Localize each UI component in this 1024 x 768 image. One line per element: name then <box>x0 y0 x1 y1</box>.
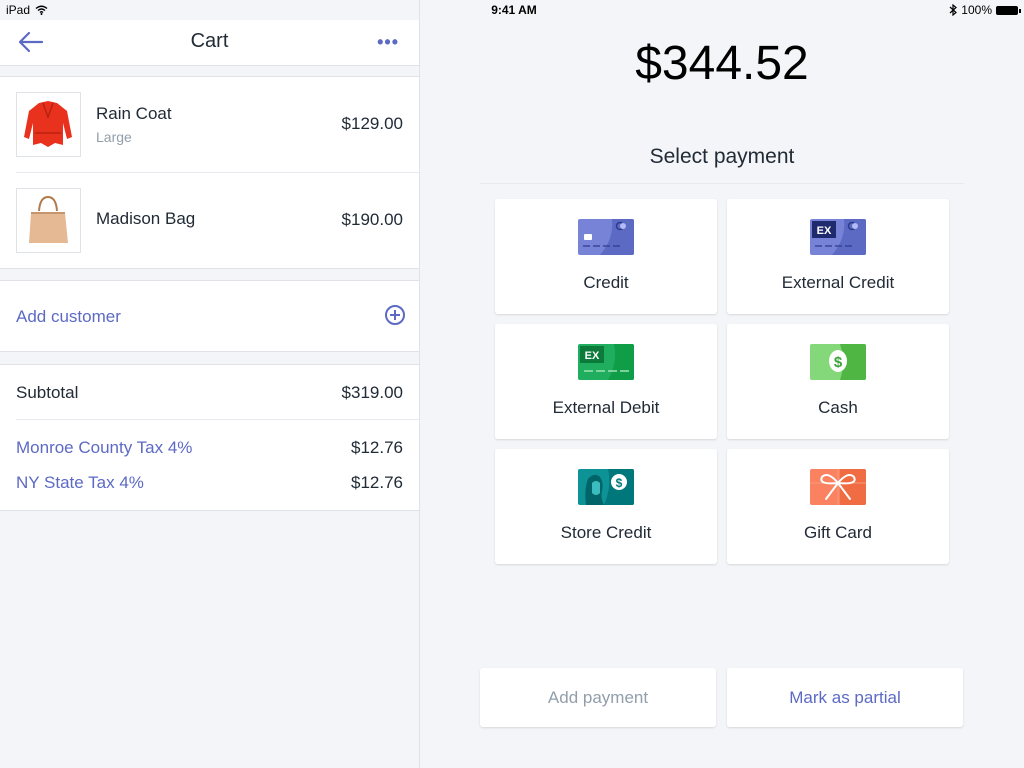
payment-method-credit[interactable]: Credit <box>495 199 717 314</box>
more-horizontal-icon[interactable]: ••• <box>377 32 399 53</box>
divider <box>16 419 419 420</box>
add-customer-row[interactable]: Add customer <box>0 280 419 352</box>
payment-method-label: Gift Card <box>803 523 873 542</box>
cash-icon: $ <box>810 344 866 380</box>
tax-label[interactable]: Monroe County Tax 4% <box>16 438 192 458</box>
tax-value: $12.76 <box>351 473 403 492</box>
tax-row[interactable]: NY State Tax 4% $12.76 <box>0 473 419 497</box>
cart-panel: Cart ••• Rain Coat Large $129.00 Madison… <box>0 0 420 768</box>
cart-items: Rain Coat Large $129.00 Madison Bag $190… <box>0 76 419 269</box>
svg-text:$: $ <box>616 476 623 490</box>
madison-bag-image <box>16 188 81 253</box>
tax-value: $12.76 <box>351 438 403 457</box>
subtotal-row: Subtotal $319.00 <box>0 383 419 407</box>
subtotal-label: Subtotal <box>16 383 79 402</box>
tax-row[interactable]: Monroe County Tax 4% $12.76 <box>0 438 419 462</box>
select-payment-heading: Select payment <box>649 145 795 168</box>
item-name: Madison Bag <box>96 209 196 228</box>
tax-label[interactable]: NY State Tax 4% <box>16 473 144 493</box>
payment-method-cash[interactable]: $ Cash <box>727 324 949 439</box>
mark-as-partial-button[interactable]: Mark as partial <box>727 668 963 727</box>
status-time: 9:41 AM <box>491 3 537 17</box>
payment-method-label: Cash <box>818 398 858 417</box>
payment-method-gift-card[interactable]: Gift Card <box>727 449 949 564</box>
totals-section: Subtotal $319.00 Monroe County Tax 4% $1… <box>0 364 419 511</box>
svg-text:EX: EX <box>585 350 600 362</box>
payment-method-external-credit[interactable]: EX External Credit <box>727 199 949 314</box>
cart-title: Cart <box>190 30 229 52</box>
battery-percent: 100% <box>961 3 992 17</box>
payment-method-label: External Debit <box>552 398 660 417</box>
item-price: $129.00 <box>341 114 403 133</box>
payment-method-label: Store Credit <box>560 523 652 542</box>
status-bar: iPad 9:41 AM 100% <box>0 0 1024 20</box>
add-payment-button[interactable]: Add payment <box>480 668 716 727</box>
battery-icon <box>996 5 1021 15</box>
payment-method-label: External Credit <box>781 273 895 292</box>
store-credit-icon: $ <box>578 469 634 505</box>
add-customer-label[interactable]: Add customer <box>16 307 121 327</box>
divider <box>480 183 964 184</box>
cart-item[interactable]: Madison Bag $190.00 <box>16 172 419 268</box>
rain-coat-image <box>16 92 81 157</box>
cart-item[interactable]: Rain Coat Large $129.00 <box>0 77 419 172</box>
subtotal-value: $319.00 <box>341 383 403 402</box>
payment-methods-grid: Credit EX External Credit EX External De… <box>495 199 949 564</box>
item-price: $190.00 <box>341 210 403 229</box>
gift-card-icon <box>810 469 866 505</box>
external-credit-card-icon: EX <box>810 219 866 255</box>
plus-circle-icon[interactable] <box>385 305 405 325</box>
item-variant: Large <box>96 129 132 145</box>
credit-card-icon <box>578 219 634 255</box>
status-right: 100% <box>949 3 1021 17</box>
svg-text:EX: EX <box>817 225 832 237</box>
item-name: Rain Coat <box>96 104 172 123</box>
svg-text:$: $ <box>834 354 843 371</box>
payment-method-external-debit[interactable]: EX External Debit <box>495 324 717 439</box>
payment-method-label: Credit <box>583 273 629 292</box>
bluetooth-icon <box>949 4 958 16</box>
external-debit-card-icon: EX <box>578 344 634 380</box>
payment-panel: $344.52 Select payment Credit EX Externa… <box>420 0 1024 768</box>
total-amount: $344.52 <box>635 37 809 90</box>
cart-navbar: Cart ••• <box>0 20 419 66</box>
payment-method-store-credit[interactable]: $ Store Credit <box>495 449 717 564</box>
